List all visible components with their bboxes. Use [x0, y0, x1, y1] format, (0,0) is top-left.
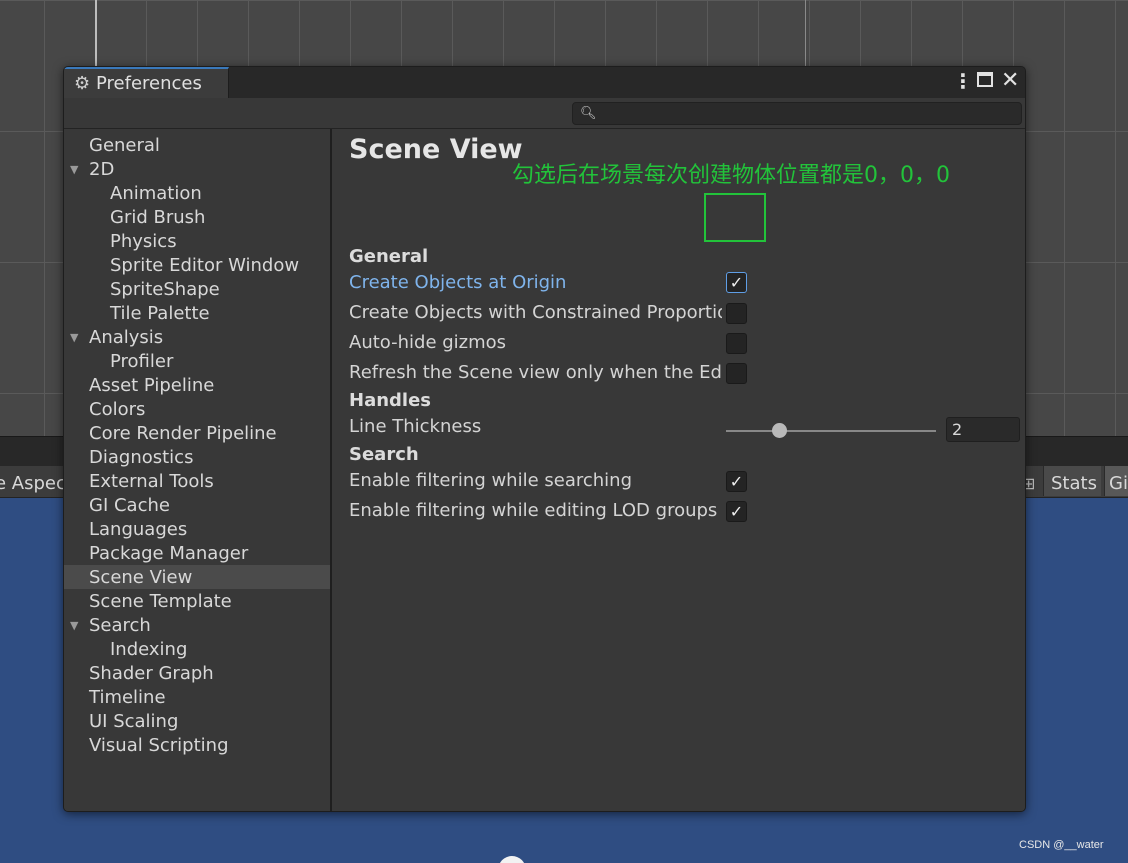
- gear-icon: ⚙: [74, 73, 91, 94]
- search-input[interactable]: 🔍︎: [572, 102, 1022, 125]
- sidebar-item-label: Colors: [89, 399, 146, 420]
- sidebar-item-2d[interactable]: ▼ 2D: [64, 157, 330, 181]
- sidebar-item-label: Grid Brush: [110, 207, 206, 228]
- sidebar-item-label: Core Render Pipeline: [89, 423, 277, 444]
- line-thickness-slider-track[interactable]: [726, 430, 936, 432]
- sidebar-item-label: Languages: [89, 519, 188, 540]
- scene-axis-line-secondary: [805, 0, 806, 66]
- gizmos-button[interactable]: Gi: [1104, 466, 1128, 496]
- section-search: Search: [349, 444, 419, 465]
- sidebar-item-label: Tile Palette: [110, 303, 210, 324]
- constrained-proportions-checkbox[interactable]: [726, 303, 747, 324]
- constrained-proportions-label: Create Objects with Constrained Proporti…: [349, 302, 722, 323]
- sidebar-item-label: External Tools: [89, 471, 214, 492]
- enable-filtering-search-checkbox[interactable]: ✓: [726, 471, 747, 492]
- auto-hide-gizmos-checkbox[interactable]: [726, 333, 747, 354]
- enable-filtering-lod-label: Enable filtering while editing LOD group…: [349, 500, 718, 521]
- sidebar-item-spriteshape[interactable]: SpriteShape: [64, 277, 330, 301]
- sidebar-item-label: UI Scaling: [89, 711, 179, 732]
- sidebar-item-label: Indexing: [110, 639, 188, 660]
- settings-panel: Scene View General Create Objects at Ori…: [334, 129, 1025, 811]
- sidebar-item-label: Scene Template: [89, 591, 232, 612]
- sidebar-item-label: 2D: [89, 159, 115, 180]
- watermark: CSDN @__water: [1019, 839, 1104, 851]
- line-thickness-slider-thumb[interactable]: [771, 423, 787, 438]
- sidebar-item-visual-scripting[interactable]: Visual Scripting: [64, 733, 330, 757]
- sidebar-item-diagnostics[interactable]: Diagnostics: [64, 445, 330, 469]
- sidebar-item-label: Diagnostics: [89, 447, 194, 468]
- search-toolbar: 🔍︎: [64, 98, 1025, 129]
- sidebar-item-sprite-editor-window[interactable]: Sprite Editor Window: [64, 253, 330, 277]
- sidebar-item-label: SpriteShape: [110, 279, 220, 300]
- enable-filtering-lod-checkbox[interactable]: ✓: [726, 501, 747, 522]
- sidebar-item-label: GI Cache: [89, 495, 170, 516]
- sidebar-item-search[interactable]: ▼ Search: [64, 613, 330, 637]
- menu-dots-icon[interactable]: ⋮: [953, 69, 973, 93]
- expand-arrow-icon[interactable]: ▼: [70, 331, 78, 344]
- sidebar-item-timeline[interactable]: Timeline: [64, 685, 330, 709]
- sidebar-item-label: Profiler: [110, 351, 174, 372]
- sidebar-item-indexing[interactable]: Indexing: [64, 637, 330, 661]
- close-icon[interactable]: ✕: [1001, 68, 1019, 93]
- sidebar-item-languages[interactable]: Languages: [64, 517, 330, 541]
- sidebar-item-label: Animation: [110, 183, 202, 204]
- refresh-scene-view-label: Refresh the Scene view only when the Edi…: [349, 362, 722, 383]
- sidebar-item-colors[interactable]: Colors: [64, 397, 330, 421]
- annotation-text: 勾选后在场景每次创建物体位置都是0，0，0: [512, 163, 950, 188]
- line-thickness-label: Line Thickness: [349, 416, 482, 437]
- sidebar-item-scene-view[interactable]: Scene View: [64, 565, 330, 589]
- create-objects-at-origin-label: Create Objects at Origin: [349, 272, 567, 293]
- preferences-tab[interactable]: ⚙ Preferences: [64, 67, 229, 98]
- sidebar-item-core-render-pipeline[interactable]: Core Render Pipeline: [64, 421, 330, 445]
- sidebar-item-label: Sprite Editor Window: [110, 255, 300, 276]
- sidebar-item-label: Visual Scripting: [89, 735, 229, 756]
- stats-button[interactable]: Stats: [1043, 466, 1101, 496]
- sidebar-item-shader-graph[interactable]: Shader Graph: [64, 661, 330, 685]
- sidebar-item-ui-scaling[interactable]: UI Scaling: [64, 709, 330, 733]
- sidebar-item-animation[interactable]: Animation: [64, 181, 330, 205]
- create-objects-at-origin-checkbox[interactable]: ✓: [726, 272, 747, 293]
- sidebar-item-scene-template[interactable]: Scene Template: [64, 589, 330, 613]
- annotation-highlight-box: [704, 193, 766, 242]
- expand-arrow-icon[interactable]: ▼: [70, 619, 78, 632]
- section-handles: Handles: [349, 390, 432, 411]
- scene-axis-line: [95, 0, 97, 66]
- sidebar-item-grid-brush[interactable]: Grid Brush: [64, 205, 330, 229]
- preferences-sidebar: General ▼ 2D Animation Grid Brush Physics Spri…: [64, 129, 332, 811]
- sidebar-item-physics[interactable]: Physics: [64, 229, 330, 253]
- aspect-dropdown[interactable]: e Aspect: [0, 473, 73, 494]
- sidebar-item-label: Asset Pipeline: [89, 375, 215, 396]
- sidebar-item-external-tools[interactable]: External Tools: [64, 469, 330, 493]
- line-thickness-input[interactable]: 2: [946, 417, 1020, 442]
- auto-hide-gizmos-label: Auto-hide gizmos: [349, 332, 507, 353]
- sidebar-item-label: Physics: [110, 231, 177, 252]
- page-title: Scene View: [349, 134, 523, 165]
- title-bar: ⚙ Preferences ⋮ ✕: [64, 67, 1025, 98]
- sidebar-item-label: Shader Graph: [89, 663, 214, 684]
- maximize-icon[interactable]: [977, 72, 993, 87]
- sidebar-item-tile-palette[interactable]: Tile Palette: [64, 301, 330, 325]
- expand-arrow-icon[interactable]: ▼: [70, 163, 78, 176]
- sidebar-item-general[interactable]: General: [64, 133, 330, 157]
- sidebar-item-package-manager[interactable]: Package Manager: [64, 541, 330, 565]
- enable-filtering-search-label: Enable filtering while searching: [349, 470, 633, 491]
- sidebar-item-label: General: [89, 135, 160, 156]
- search-icon: 🔍︎: [580, 106, 597, 121]
- sidebar-item-label: Analysis: [89, 327, 164, 348]
- sidebar-item-asset-pipeline[interactable]: Asset Pipeline: [64, 373, 330, 397]
- window-title: Preferences: [96, 73, 202, 94]
- sidebar-item-label: Scene View: [89, 567, 193, 588]
- sidebar-item-label: Package Manager: [89, 543, 249, 564]
- sidebar-item-profiler[interactable]: Profiler: [64, 349, 330, 373]
- refresh-scene-view-checkbox[interactable]: [726, 363, 747, 384]
- sidebar-item-label: Timeline: [89, 687, 166, 708]
- sidebar-item-gi-cache[interactable]: GI Cache: [64, 493, 330, 517]
- section-general: General: [349, 246, 429, 267]
- sidebar-item-label: Search: [89, 615, 151, 636]
- sidebar-item-analysis[interactable]: ▼ Analysis: [64, 325, 330, 349]
